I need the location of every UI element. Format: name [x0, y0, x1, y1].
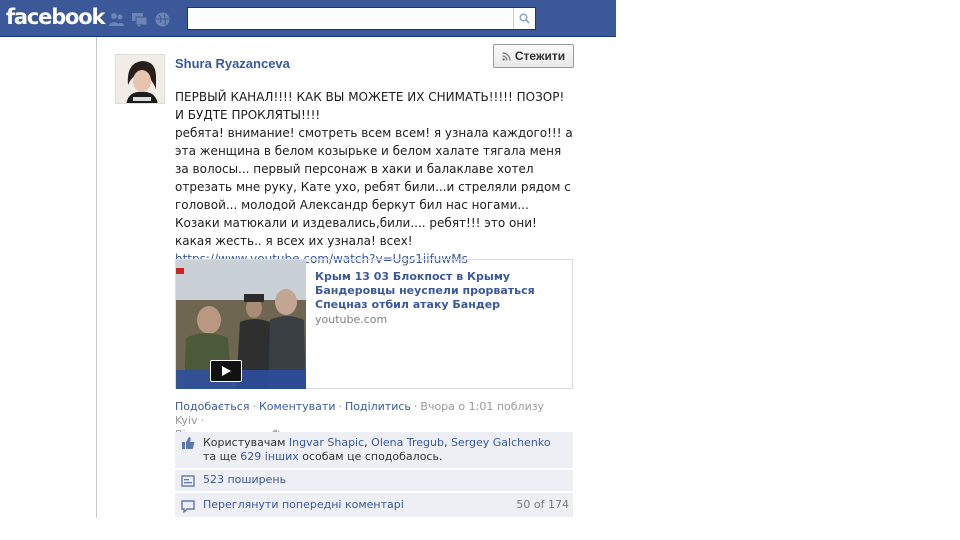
notifications-icon[interactable]	[154, 11, 171, 28]
follow-label: Стежити	[514, 49, 566, 63]
comment-link[interactable]: Коментувати	[259, 400, 336, 413]
top-bar: facebook	[0, 0, 616, 37]
search-button[interactable]	[513, 8, 535, 29]
post-message: ПЕРВЫЙ КАНАЛ!!!! КАК ВЫ МОЖЕТЕ ИХ СНИМАТ…	[175, 88, 575, 268]
liker-name[interactable]: Sergey Galchenko	[451, 436, 551, 449]
follow-button[interactable]: Стежити	[493, 44, 574, 68]
messages-icon[interactable]	[131, 11, 148, 28]
share-icon	[181, 475, 195, 487]
separator: ·	[338, 400, 342, 413]
link-attachment[interactable]: Крым 13 03 Блокпост в Крыму Бандеровцы н…	[175, 259, 573, 389]
video-thumbnail[interactable]	[176, 260, 306, 389]
share-link[interactable]: Поділитись	[345, 400, 411, 413]
profile-photo	[116, 55, 164, 103]
liker-name[interactable]: Olena Tregub	[371, 436, 444, 449]
liker-name[interactable]: Ingvar Shapic	[289, 436, 364, 449]
likes-and: та ще	[203, 450, 237, 463]
separator: ·	[200, 414, 205, 427]
post-author[interactable]: Shura Ryazanceva	[175, 56, 290, 71]
friend-requests-icon[interactable]	[108, 11, 125, 28]
thumbs-up-icon	[182, 437, 195, 449]
shares-count[interactable]: 523 поширень	[203, 473, 286, 486]
previous-comments[interactable]: Переглянути попередні коментарі 50 of 17…	[175, 493, 573, 517]
likes-prefix: Користувачам	[203, 436, 286, 449]
avatar[interactable]	[115, 54, 165, 104]
like-link[interactable]: Подобається	[175, 400, 249, 413]
post-text-line: ребята! внимание! смотреть всем всем! я …	[175, 126, 573, 248]
search-input[interactable]	[188, 8, 513, 29]
jewel-icons	[108, 11, 171, 28]
other-likers-link[interactable]: 629 інших	[240, 450, 298, 463]
likes-suffix: особам це сподобалось.	[302, 450, 443, 463]
content-divider	[96, 37, 97, 518]
attachment-title[interactable]: Крым 13 03 Блокпост в Крыму Бандеровцы н…	[315, 270, 565, 312]
play-icon	[222, 366, 231, 376]
attachment-domain: youtube.com	[315, 313, 388, 326]
comment-icon	[181, 500, 195, 513]
likes-summary: Користувачам Ingvar Shapic, Olena Tregub…	[175, 432, 573, 468]
search-icon	[519, 13, 530, 24]
separator: ·	[413, 400, 418, 413]
post-text-line: ПЕРВЫЙ КАНАЛ!!!! КАК ВЫ МОЖЕТЕ ИХ СНИМАТ…	[175, 90, 565, 122]
shares-summary[interactable]: 523 поширень	[175, 470, 573, 491]
play-button[interactable]	[210, 360, 242, 382]
comment-count: 50 of 174	[516, 498, 569, 511]
separator: ·	[252, 400, 256, 413]
search-box	[187, 7, 536, 30]
view-previous-comments-link[interactable]: Переглянути попередні коментарі	[203, 498, 404, 511]
facebook-logo[interactable]: facebook	[6, 5, 105, 29]
rss-icon	[502, 51, 511, 61]
